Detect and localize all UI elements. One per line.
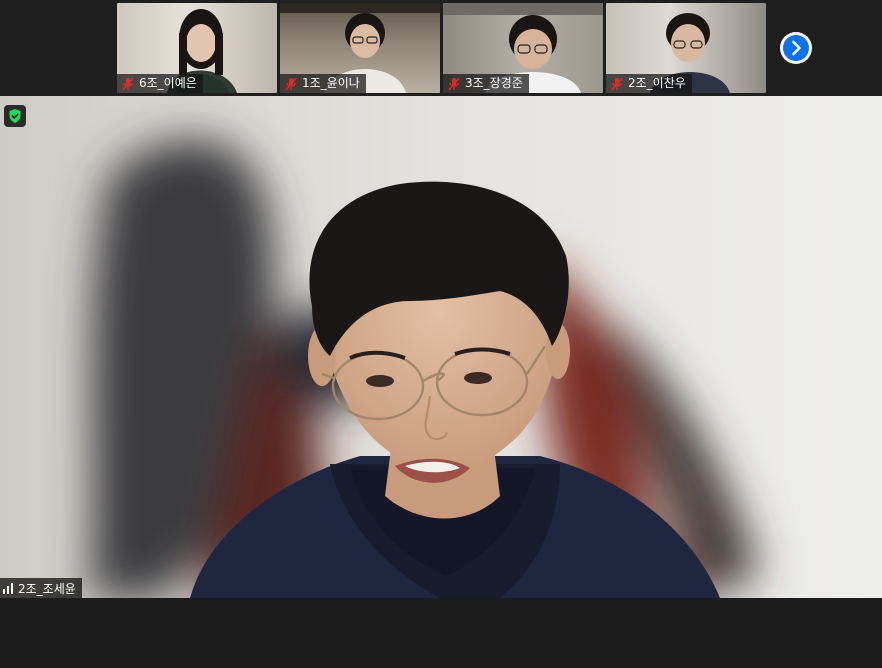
participant-nameplate: 1조_윤이나 [280,74,366,93]
participant-nameplate: 6조_이예은 [117,74,203,93]
participant-name: 3조_장경준 [465,76,523,90]
mic-off-icon [611,76,623,91]
participant-nameplate: 3조_장경준 [443,74,529,93]
mic-off-icon [448,76,460,91]
participant-tile[interactable]: 6조_이예은 [117,3,277,93]
participant-name: 6조_이예은 [139,76,197,90]
participant-tile[interactable]: 1조_윤이나 [280,3,440,93]
encryption-shield-button[interactable] [4,105,26,127]
bottom-bar [0,598,882,668]
shield-check-icon [9,109,21,123]
chevron-right-icon [792,40,801,56]
participant-name: 1조_윤이나 [302,76,360,90]
active-speaker-name: 2조_조세윤 [18,581,76,596]
mic-off-icon [122,76,134,91]
participant-strip: 6조_이예은 1조_윤이나 3조_장경준 2조_이찬우 [0,0,882,96]
signal-bars-icon [3,583,13,594]
participant-tile[interactable]: 2조_이찬우 [606,3,766,93]
mic-off-icon [285,76,297,91]
next-page-button-fill [783,35,809,61]
speaker-video-feed [0,96,882,598]
participant-nameplate: 2조_이찬우 [606,74,692,93]
participant-name: 2조_이찬우 [628,76,686,90]
next-page-button[interactable] [780,32,812,64]
active-speaker-video: 2조_조세윤 [0,96,882,598]
participant-tile[interactable]: 3조_장경준 [443,3,603,93]
active-speaker-nameplate: 2조_조세윤 [0,578,82,598]
